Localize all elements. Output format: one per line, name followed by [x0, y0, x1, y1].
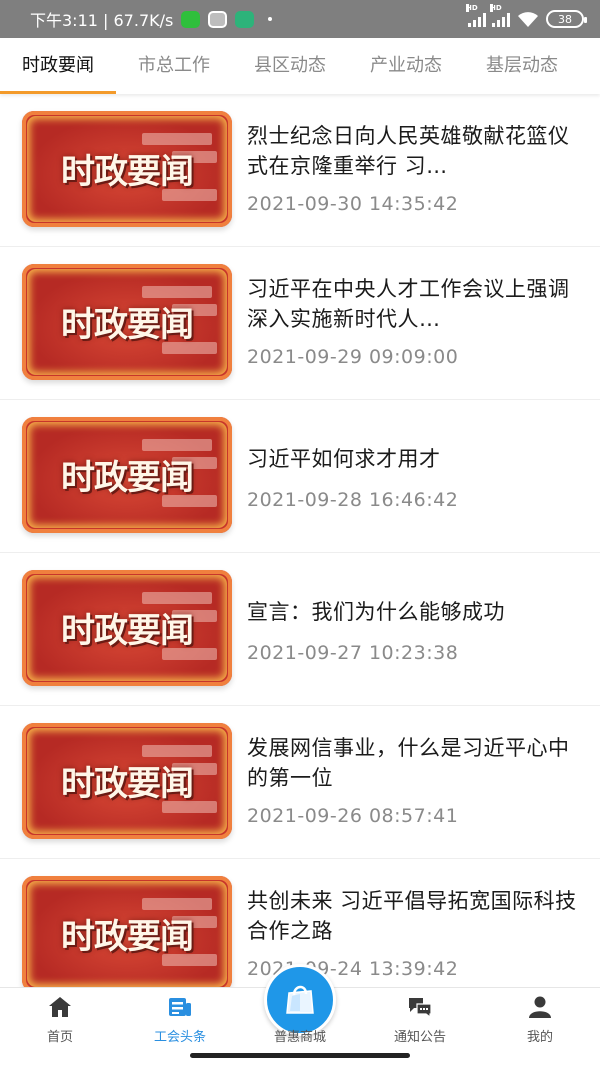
tab-xianqu[interactable]: 县区动态 — [232, 38, 348, 94]
news-time: 2021-09-26 08:57:41 — [247, 805, 459, 827]
news-title: 习近平如何求才用才 — [247, 447, 441, 471]
message-icon — [208, 10, 228, 28]
category-tabs: 时政要闻 市总工作 县区动态 产业动态 基层动态 — [0, 38, 600, 94]
news-title: 烈士纪念日向人民英雄敬献花篮仪式在京隆重举行 习… — [247, 124, 570, 178]
news-time: 2021-09-28 16:46:42 — [247, 489, 459, 511]
nav-profile-label: 我的 — [526, 1030, 553, 1045]
wechat-icon — [181, 10, 201, 28]
tab-shizong[interactable]: 市总工作 — [116, 38, 232, 94]
more-notifications-dot — [268, 17, 273, 21]
news-icon — [169, 998, 191, 1016]
nav-profile[interactable]: 我的 — [480, 988, 600, 1067]
news-thumbnail: 时政要闻 — [22, 111, 232, 227]
news-item[interactable]: 时政要闻 习近平在中央人才工作会议上强调 深入实施新时代人… 2021-09-2… — [0, 247, 600, 400]
home-icon — [49, 997, 71, 1017]
nav-news-label: 工会头条 — [153, 1030, 206, 1045]
nav-mall-label: 普惠商城 — [273, 1030, 326, 1045]
news-time: 2021-09-30 14:35:42 — [247, 193, 459, 215]
news-time: 2021-09-27 10:23:38 — [247, 642, 459, 664]
signal-icon-2: HD — [490, 4, 510, 27]
thumbnail-label: 时政要闻 — [61, 917, 194, 957]
nav-home-label: 首页 — [46, 1030, 73, 1045]
news-list: 时政要闻 烈士纪念日向人民英雄敬献花篮仪式在京隆重举行 习… 2021-09-3… — [0, 94, 600, 987]
battery-level: 38 — [558, 12, 572, 26]
signal-icon: HD — [466, 4, 486, 27]
news-title: 发展网信事业，什么是习近平心中的第一位 — [247, 736, 570, 790]
wifi-icon — [518, 12, 538, 27]
news-thumbnail: 时政要闻 — [22, 417, 232, 533]
battery-icon: 38 — [546, 10, 587, 28]
thumbnail-label: 时政要闻 — [61, 152, 194, 192]
status-bar: 下午3:11 | 67.7K/s HD HD 38 — [0, 0, 600, 38]
tab-shizheng[interactable]: 时政要闻 — [0, 38, 116, 94]
news-title: 习近平在中央人才工作会议上强调 深入实施新时代人… — [247, 277, 570, 331]
nav-home[interactable]: 首页 — [0, 988, 120, 1067]
nav-notice-label: 通知公告 — [393, 1030, 446, 1045]
news-item[interactable]: 时政要闻 发展网信事业，什么是习近平心中的第一位 2021-09-26 08:5… — [0, 706, 600, 859]
news-thumbnail: 时政要闻 — [22, 570, 232, 686]
tab-jiceng[interactable]: 基层动态 — [464, 38, 580, 94]
security-app-icon — [235, 10, 255, 28]
shopping-bag-icon — [286, 985, 314, 1014]
thumbnail-label: 时政要闻 — [61, 305, 194, 345]
home-indicator[interactable] — [190, 1053, 410, 1058]
tab-chanye[interactable]: 产业动态 — [348, 38, 464, 94]
thumbnail-label: 时政要闻 — [61, 458, 194, 498]
news-thumbnail: 时政要闻 — [22, 723, 232, 839]
news-item[interactable]: 时政要闻 习近平如何求才用才 2021-09-28 16:46:42 — [0, 400, 600, 553]
thumbnail-label: 时政要闻 — [61, 611, 194, 651]
news-thumbnail: 时政要闻 — [22, 264, 232, 380]
news-item[interactable]: 时政要闻 烈士纪念日向人民英雄敬献花篮仪式在京隆重举行 习… 2021-09-3… — [0, 94, 600, 247]
chat-bubbles-icon — [409, 998, 432, 1018]
user-icon — [529, 996, 551, 1018]
news-time: 2021-09-29 09:09:00 — [247, 346, 459, 368]
thumbnail-label: 时政要闻 — [61, 764, 194, 804]
news-title: 宣言：我们为什么能够成功 — [247, 600, 505, 624]
news-thumbnail: 时政要闻 — [22, 876, 232, 987]
news-title: 共创未来 习近平倡导拓宽国际科技合作之路 — [247, 889, 577, 943]
status-time: 下午3:11 | 67.7K/s — [30, 11, 174, 30]
news-item[interactable]: 时政要闻 宣言：我们为什么能够成功 2021-09-27 10:23:38 — [0, 553, 600, 706]
